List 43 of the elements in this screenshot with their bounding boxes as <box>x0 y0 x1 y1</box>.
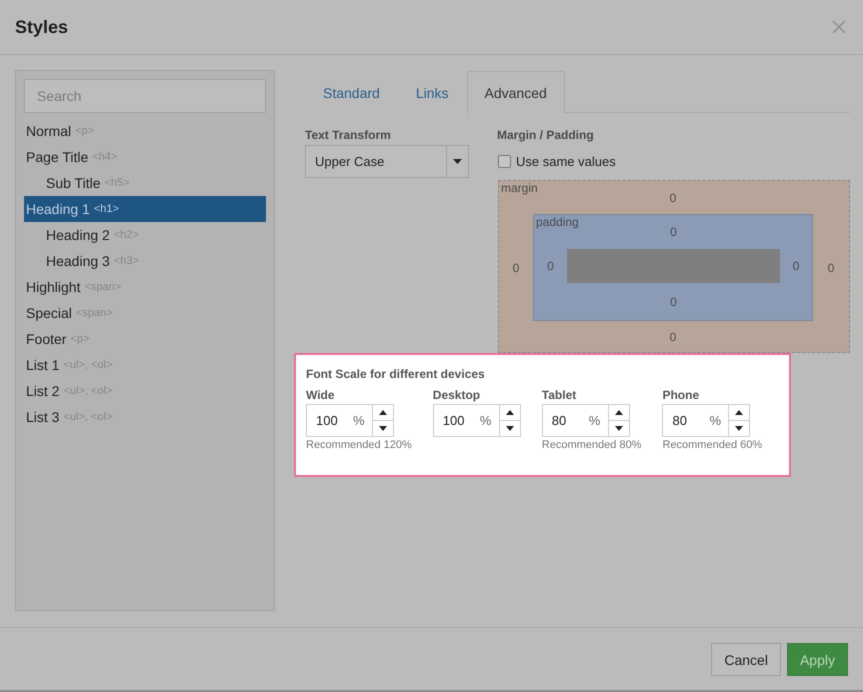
checkbox[interactable] <box>498 154 511 168</box>
caret-down-icon <box>453 159 462 164</box>
cancel-button[interactable]: Cancel <box>711 643 781 676</box>
tab[interactable]: Advanced <box>466 71 565 114</box>
scale-input[interactable]: 80 % <box>542 404 608 437</box>
increment-button[interactable] <box>498 404 521 421</box>
search-field[interactable]: Search <box>24 79 266 113</box>
caret-up-icon <box>735 410 744 415</box>
margin-value[interactable]: 0 <box>828 260 834 274</box>
caret-down-icon <box>614 426 623 431</box>
increment-button[interactable] <box>728 404 750 421</box>
caret-up-icon <box>506 410 514 415</box>
style-item[interactable]: Heading 1 <h1> <box>24 196 266 222</box>
recommendation-text: Recommended 120% <box>306 439 412 452</box>
caret-up-icon <box>379 410 387 415</box>
increment-button[interactable] <box>372 404 394 421</box>
margin-label: margin <box>501 181 538 195</box>
recommendation-text: Recommended 80% <box>542 439 642 452</box>
decrement-button[interactable] <box>728 421 750 437</box>
decrement-button[interactable] <box>372 421 394 437</box>
caret-down-icon <box>735 426 744 431</box>
checkbox-label: Use same values <box>516 154 616 168</box>
dialog-title: Styles <box>15 16 68 38</box>
decrement-button[interactable] <box>608 421 630 437</box>
device-label: Wide <box>306 388 336 402</box>
device-label: Tablet <box>542 388 578 402</box>
increment-button[interactable] <box>608 404 630 421</box>
field-label: Text Transform <box>305 128 392 142</box>
margin-value[interactable]: 0 <box>512 260 520 274</box>
device-label: Desktop <box>432 388 482 402</box>
panel-title: Font Scale for different devices <box>306 367 486 381</box>
field-label: Margin / Padding <box>497 128 595 142</box>
margin-value[interactable]: 0 <box>670 330 676 344</box>
decrement-button[interactable] <box>498 421 521 437</box>
caret-down-icon <box>506 426 514 431</box>
recommendation-text: Recommended 60% <box>662 439 762 452</box>
caret-down-icon <box>379 426 387 431</box>
text-transform-select[interactable]: Upper Case <box>305 145 469 178</box>
caret-up-icon <box>614 410 623 415</box>
margin-value[interactable]: 0 <box>670 190 676 204</box>
scale-input[interactable]: 100 % <box>432 404 499 437</box>
padding-label: padding <box>536 215 579 229</box>
device-label: Phone <box>662 388 700 402</box>
